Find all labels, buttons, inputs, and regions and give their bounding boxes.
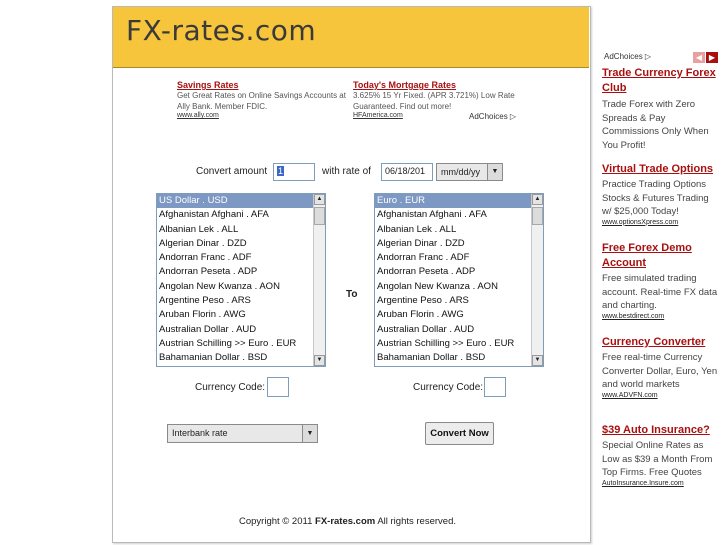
scroll-thumb[interactable] <box>314 207 325 225</box>
site-logo[interactable]: FX-rates.com <box>126 14 316 47</box>
convert-amount-label: Convert amount <box>196 166 268 177</box>
currency-option[interactable]: Austrian Schilling >> Euro . EUR <box>375 337 543 351</box>
from-currency-list[interactable]: US Dollar . USD Afghanistan Afghani . AFA… <box>156 193 326 367</box>
chevron-right-icon[interactable]: ▶ <box>706 52 718 63</box>
currency-option[interactable]: Austrian Schilling >> Euro . EUR <box>157 337 325 351</box>
currency-option[interactable]: Andorran Franc . ADF <box>375 251 543 265</box>
currency-option[interactable]: Algerian Dinar . DZD <box>375 237 543 251</box>
side-ad-3[interactable]: Free Forex Demo Account Free simulated t… <box>602 241 720 320</box>
currency-option[interactable]: Angolan New Kwanza . AON <box>375 280 543 294</box>
copyright-footer: Copyright © 2011 FX-rates.com All rights… <box>239 516 456 527</box>
amount-input[interactable]: 1 <box>273 163 315 181</box>
from-currency-items: US Dollar . USD Afghanistan Afghani . AFA… <box>157 194 325 366</box>
currency-option[interactable]: Euro . EUR <box>375 194 543 209</box>
currency-option[interactable]: Aruban Florin . AWG <box>375 308 543 322</box>
side-adchoices-link[interactable]: AdChoices ▷ <box>604 52 651 61</box>
side-ad-text: Practice Trading Options Stocks & Future… <box>602 179 709 217</box>
currency-option[interactable]: Andorran Peseta . ADP <box>157 265 325 279</box>
from-code-input[interactable] <box>267 377 289 397</box>
to-currency-list[interactable]: Euro . EUR Afghanistan Afghani . AFA Alban… <box>374 193 544 367</box>
adchoices-icon: ▷ <box>644 52 652 61</box>
rate-label: with rate of <box>322 166 371 177</box>
currency-option[interactable]: Aruban Florin . AWG <box>157 308 325 322</box>
date-format-value: mm/dd/yy <box>441 167 481 177</box>
scroll-down-icon[interactable]: ▼ <box>314 355 325 366</box>
scroll-down-icon[interactable]: ▼ <box>532 355 543 366</box>
side-ad-2[interactable]: Virtual Trade Options Practice Trading O… <box>602 162 720 226</box>
ad-title[interactable]: Savings Rates <box>177 80 349 90</box>
to-code-input[interactable] <box>484 377 506 397</box>
side-ad-title[interactable]: Virtual Trade Options <box>602 162 720 177</box>
currency-option[interactable]: Bahamanian Dollar . BSD <box>157 351 325 365</box>
currency-option[interactable]: Angolan New Kwanza . AON <box>157 280 325 294</box>
side-ad-url[interactable]: www.optionsXpress.com <box>602 219 720 226</box>
side-ad-title[interactable]: $39 Auto Insurance? <box>602 423 720 438</box>
amount-value: 1 <box>277 166 285 176</box>
currency-option[interactable]: Argentine Peso . ARS <box>157 294 325 308</box>
side-ad-url[interactable]: www.ADVFN.com <box>602 392 720 399</box>
currency-option[interactable]: Bahamanian Dollar . BSD <box>375 351 543 365</box>
adchoices-link[interactable]: AdChoices ▷ <box>469 112 516 121</box>
side-ad-text: Free real-time Currency Converter Dollar… <box>602 352 718 390</box>
scrollbar[interactable]: ▲ ▼ <box>531 194 543 366</box>
from-code-label: Currency Code: <box>195 382 266 393</box>
ad-title[interactable]: Today's Mortgage Rates <box>353 80 525 90</box>
top-ad-1[interactable]: Savings Rates Get Great Rates on Online … <box>177 80 349 119</box>
currency-option[interactable]: Australian Dollar . AUD <box>157 323 325 337</box>
date-input[interactable]: 06/18/201 <box>381 163 433 181</box>
adchoices-icon: ▷ <box>509 112 517 121</box>
ad-url[interactable]: www.ally.com <box>177 112 349 119</box>
copyright-suffix: All rights reserved. <box>375 516 456 527</box>
currency-option[interactable]: Albanian Lek . ALL <box>157 223 325 237</box>
scrollbar[interactable]: ▲ ▼ <box>313 194 325 366</box>
chevron-down-icon[interactable]: ▼ <box>487 164 502 180</box>
to-currency-items: Euro . EUR Afghanistan Afghani . AFA Alban… <box>375 194 543 366</box>
currency-option[interactable]: Afghanistan Afghani . AFA <box>157 208 325 222</box>
side-ad-text: Trade Forex with Zero Spreads & Pay Comm… <box>602 99 709 151</box>
scroll-up-icon[interactable]: ▲ <box>532 194 543 205</box>
side-ad-text: Special Online Rates as Low as $39 a Mon… <box>602 440 713 478</box>
copyright-prefix: Copyright © 2011 <box>239 516 316 527</box>
side-ad-title[interactable]: Currency Converter <box>602 335 720 350</box>
ad-text: 3.625% 15 Yr Fixed. (APR 3.721%) Low Rat… <box>353 91 515 111</box>
convert-now-button[interactable]: Convert Now <box>425 422 494 445</box>
side-ad-text: Free simulated trading account. Real-tim… <box>602 273 718 311</box>
currency-option[interactable]: US Dollar . USD <box>157 194 325 209</box>
copyright-brand[interactable]: FX-rates.com <box>315 516 375 527</box>
side-ad-4[interactable]: Currency Converter Free real-time Curren… <box>602 335 720 399</box>
side-ad-title[interactable]: Trade Currency Forex Club <box>602 66 720 96</box>
side-adchoices-label: AdChoices <box>604 52 643 61</box>
scroll-thumb[interactable] <box>532 207 543 225</box>
side-ad-url[interactable]: AutoInsurance.Insure.com <box>602 480 720 487</box>
scroll-up-icon[interactable]: ▲ <box>314 194 325 205</box>
adchoices-label: AdChoices <box>469 112 508 121</box>
date-format-select[interactable]: mm/dd/yy ▼ <box>436 163 503 181</box>
currency-option[interactable]: Andorran Franc . ADF <box>157 251 325 265</box>
side-ad-url[interactable]: www.bestdirect.com <box>602 313 720 320</box>
side-ad-title[interactable]: Free Forex Demo Account <box>602 241 720 271</box>
currency-option[interactable]: Andorran Peseta . ADP <box>375 265 543 279</box>
currency-option[interactable]: Algerian Dinar . DZD <box>157 237 325 251</box>
currency-option[interactable]: Argentine Peso . ARS <box>375 294 543 308</box>
chevron-down-icon[interactable]: ▼ <box>302 425 317 442</box>
currency-option[interactable]: Albanian Lek . ALL <box>375 223 543 237</box>
currency-option[interactable]: Australian Dollar . AUD <box>375 323 543 337</box>
rate-type-value: Interbank rate <box>172 428 228 438</box>
to-label: To <box>346 289 358 300</box>
chevron-left-icon[interactable]: ◀ <box>693 52 705 63</box>
rate-type-select[interactable]: Interbank rate ▼ <box>167 424 318 443</box>
side-ad-1[interactable]: Trade Currency Forex Club Trade Forex wi… <box>602 66 720 152</box>
currency-option[interactable]: Afghanistan Afghani . AFA <box>375 208 543 222</box>
ad-text: Get Great Rates on Online Savings Accoun… <box>177 91 346 111</box>
side-ad-5[interactable]: $39 Auto Insurance? Special Online Rates… <box>602 423 720 487</box>
to-code-label: Currency Code: <box>413 382 484 393</box>
